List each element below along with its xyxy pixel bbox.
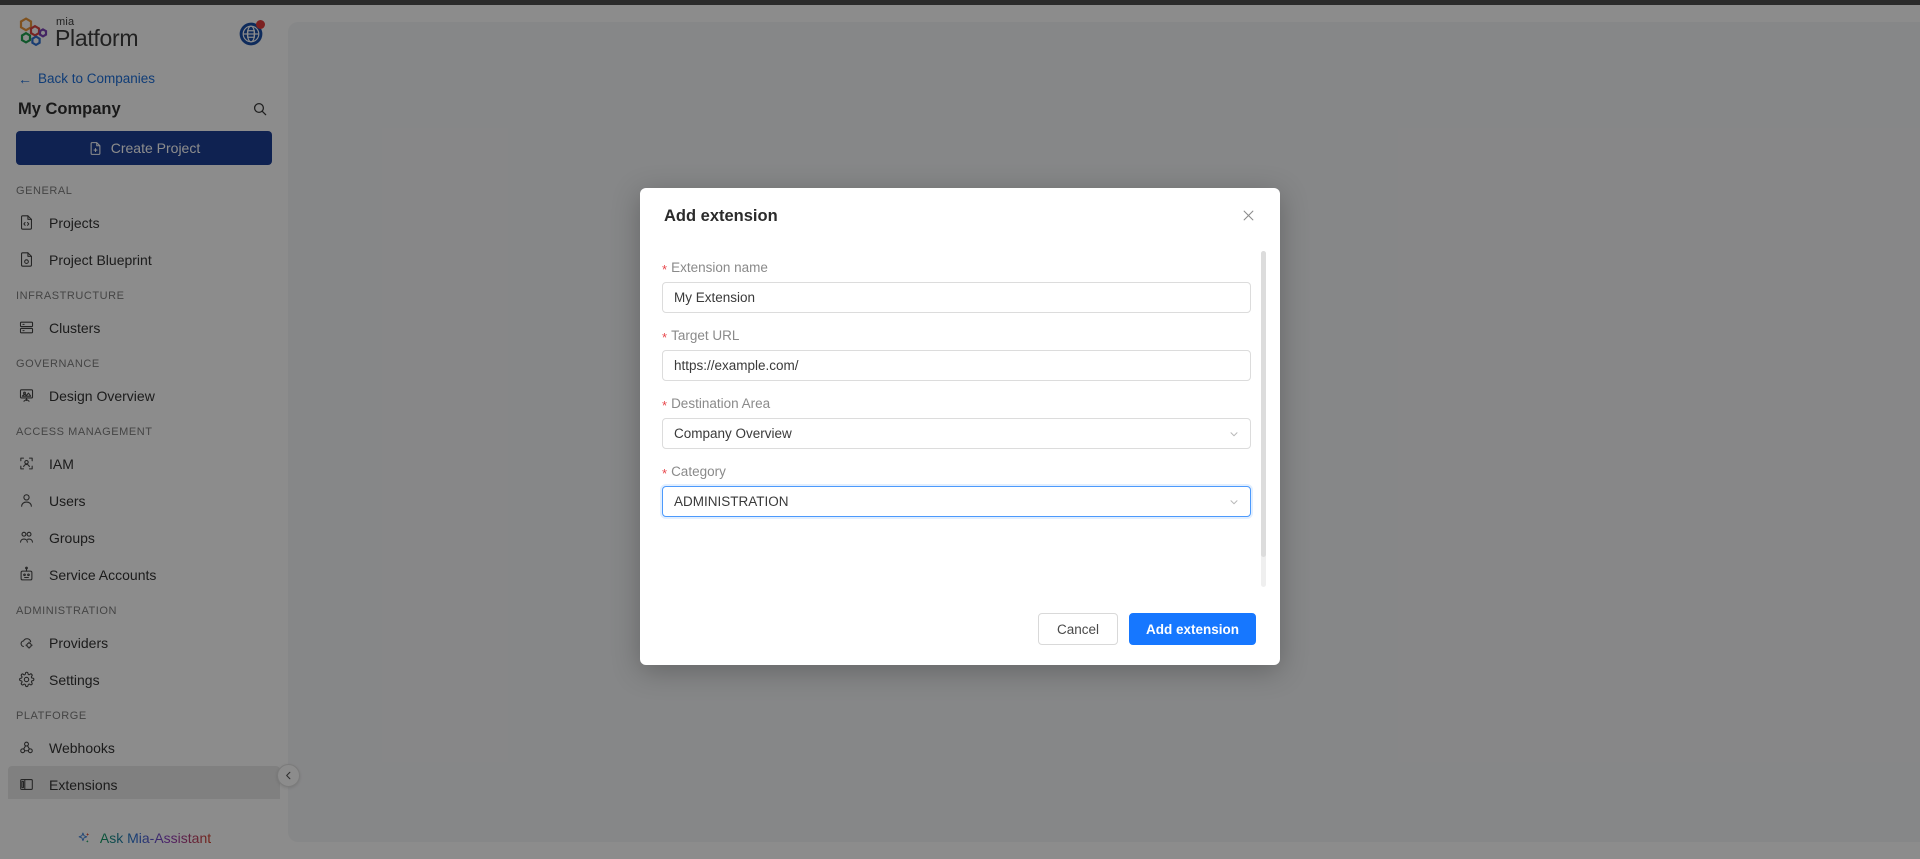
field-label: * Target URL	[662, 313, 1256, 350]
select-value: Company Overview	[674, 426, 792, 441]
form-field: * Destination Area Company Overview	[662, 381, 1256, 449]
field-label-text: Category	[671, 464, 726, 479]
dialog-title: Add extension	[664, 207, 778, 225]
required-asterisk-icon: *	[662, 466, 668, 481]
required-asterisk-icon: *	[662, 330, 668, 345]
field-label-text: Extension name	[671, 260, 768, 275]
close-glyph	[1243, 210, 1253, 220]
field-label: * Extension name	[662, 245, 1256, 282]
select-value: ADMINISTRATION	[674, 494, 789, 509]
cancel-button[interactable]: Cancel	[1037, 613, 1118, 645]
form-field: * Category ADMINISTRATION	[662, 449, 1256, 517]
required-asterisk-icon: *	[662, 398, 668, 413]
form-scrollbar-thumb[interactable]	[1261, 251, 1266, 557]
add-extension-submit-button[interactable]: Add extension	[1128, 613, 1256, 645]
field-label-text: Target URL	[671, 328, 740, 343]
input-extension-name[interactable]	[662, 282, 1251, 313]
input-target-url[interactable]	[662, 350, 1251, 381]
chevron-down-glyph	[1230, 431, 1238, 436]
dialog-body: *Extension name*Target URL*Destination A…	[640, 245, 1280, 593]
chevron-down-icon[interactable]	[1228, 487, 1240, 516]
select-category[interactable]: ADMINISTRATION	[662, 486, 1251, 517]
field-label: * Category	[662, 449, 1256, 486]
dialog-header: Add extension	[640, 188, 1280, 245]
dialog-footer: Cancel Add extension	[640, 593, 1280, 665]
form-field: * Target URL	[662, 313, 1256, 381]
select-destination-area[interactable]: Company Overview	[662, 418, 1251, 449]
chevron-down-glyph	[1230, 499, 1238, 504]
app-root: mia Platform ← Back to Companies My Comp…	[0, 0, 1920, 859]
add-extension-dialog: Add extension *Extension name*Target URL…	[640, 188, 1280, 665]
field-label: * Destination Area	[662, 381, 1256, 418]
form-scrollbar[interactable]	[1261, 251, 1266, 587]
close-icon[interactable]	[1238, 205, 1258, 225]
form-field: * Extension name	[662, 245, 1256, 313]
chevron-down-icon[interactable]	[1228, 419, 1240, 448]
required-asterisk-icon: *	[662, 262, 668, 277]
field-label-text: Destination Area	[671, 396, 771, 411]
